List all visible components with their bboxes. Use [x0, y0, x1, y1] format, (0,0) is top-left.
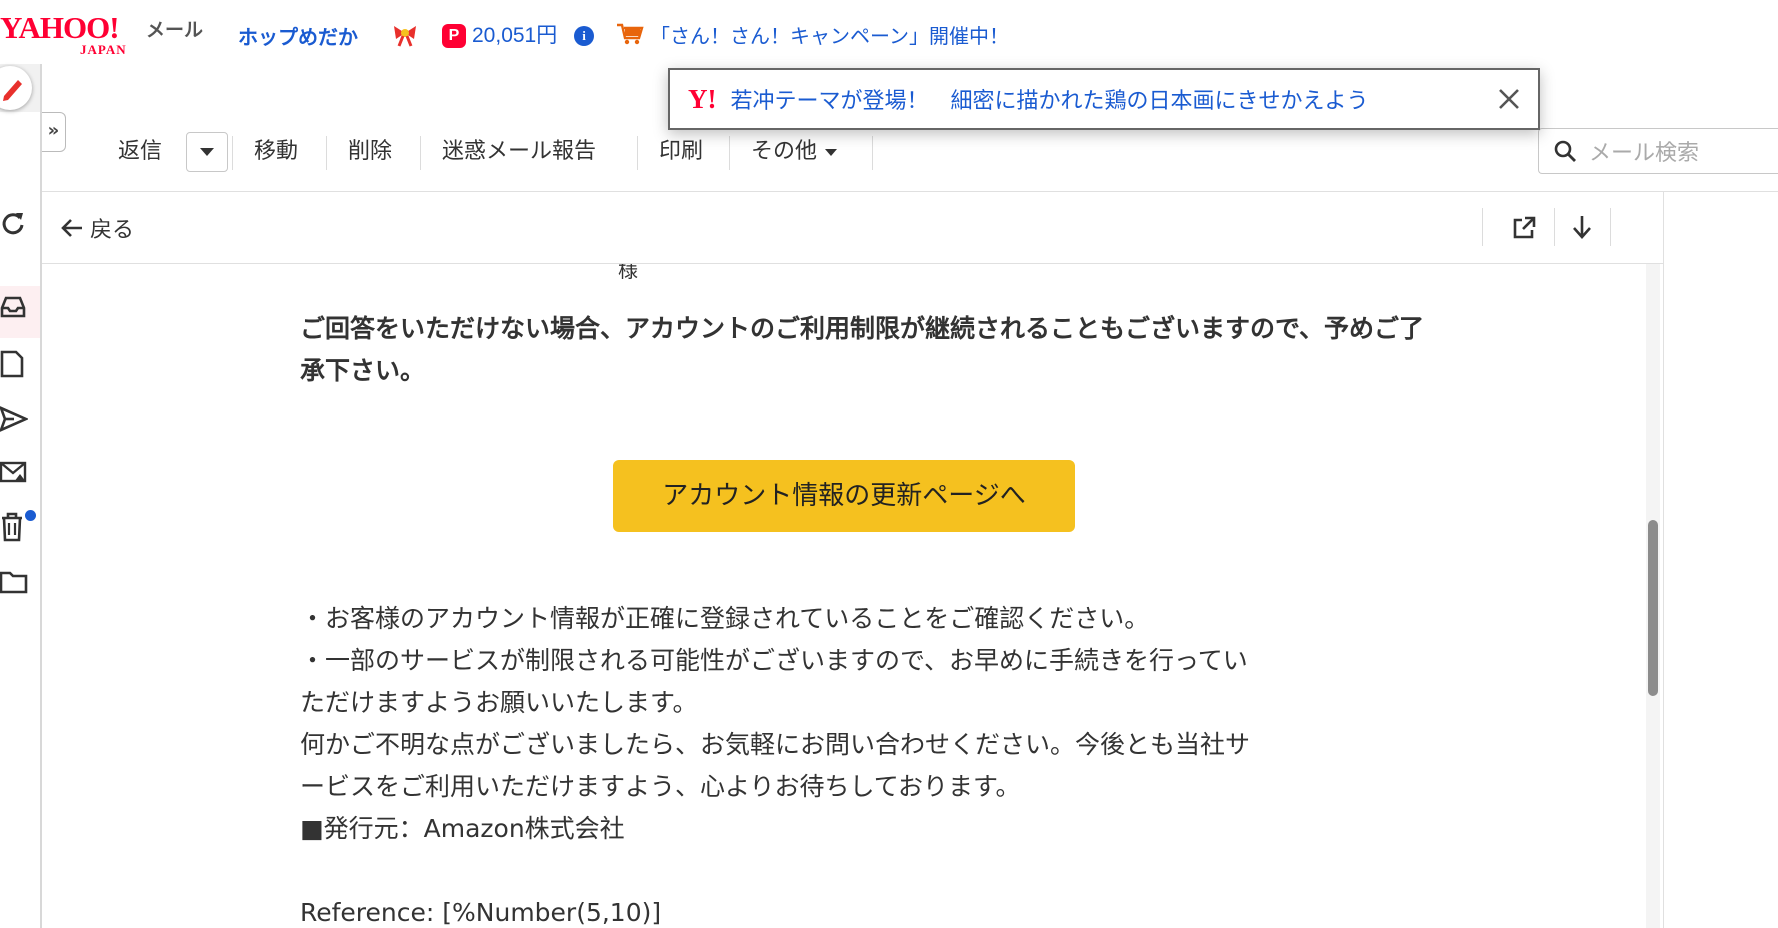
- message-pane: 戻る 様 ご回答をいただけない場合、アカウントのご利用制限が継続されることもござ…: [42, 192, 1664, 928]
- campaign-link[interactable]: 「さん！さん！キャンペーン」開催中！: [650, 20, 1009, 49]
- promo-link[interactable]: ホップめだか: [238, 18, 358, 52]
- message-line: ービスをご利用いただけますよう、心よりお待ちしております。: [300, 772, 1021, 801]
- message-line: ただけますようお願いいたします。: [300, 688, 698, 717]
- toolbar-separator: [637, 136, 638, 170]
- update-account-button[interactable]: アカウント情報の更新ページへ: [613, 460, 1075, 532]
- message-line: ・一部のサービスが制限される可能性がございますので、お早めに手続きを行ってい: [300, 646, 1248, 675]
- reference-line: Reference: [%Number(5,10)]: [300, 898, 662, 927]
- delete-button[interactable]: 削除: [348, 134, 392, 170]
- search-icon: [1554, 140, 1576, 162]
- more-label: その他: [751, 139, 818, 164]
- close-icon[interactable]: [1494, 84, 1524, 114]
- scrollbar-thumb[interactable]: [1648, 520, 1658, 696]
- toolbar-separator: [872, 136, 873, 170]
- toolbar-separator: [326, 136, 327, 170]
- search-placeholder: メール検索: [1589, 141, 1700, 166]
- notification-message[interactable]: 若冲テーマが登場！ 細密に描かれた鶏の日本画にきせかえよう: [731, 83, 1369, 115]
- more-button[interactable]: その他: [751, 134, 838, 170]
- cart-icon: [617, 23, 644, 45]
- message-line: ・お客様のアカウント情報が正確に登録されていることをご確認ください。: [300, 604, 1150, 633]
- toolbar-separator: [232, 136, 233, 170]
- message-cut-text: 様: [618, 264, 638, 282]
- promo-title: ホップめだか: [238, 24, 358, 49]
- inbox-icon[interactable]: [0, 294, 26, 320]
- mail-label: メール: [146, 19, 204, 41]
- toolbar-separator: [729, 136, 730, 170]
- print-button[interactable]: 印刷: [659, 134, 703, 170]
- yahoo-mail-logo[interactable]: YAHOO! JAPAN メール: [0, 10, 210, 57]
- external-link-icon[interactable]: [1512, 216, 1536, 240]
- message-line: 何かご不明な点がございましたら、お気軽にお問い合わせください。今後とも当社サ: [300, 730, 1251, 759]
- search-input[interactable]: メール検索: [1538, 128, 1778, 174]
- reply-button[interactable]: 返信: [118, 134, 162, 170]
- unread-dot: [25, 510, 36, 521]
- left-rail: [0, 64, 42, 928]
- logo-text: YAHOO!: [0, 10, 120, 45]
- sidebar-collapse-toggle[interactable]: »: [42, 112, 66, 152]
- message-body: 様 ご回答をいただけない場合、アカウントのご利用制限が継続されることもございます…: [42, 264, 1664, 928]
- theme-notification[interactable]: Y! 若冲テーマが登場！ 細密に描かれた鶏の日本画にきせかえよう: [668, 68, 1540, 130]
- paypay-icon: P: [442, 24, 466, 48]
- message-line: ■発行元：Amazon株式会社: [300, 814, 625, 843]
- trash-icon[interactable]: [0, 512, 26, 542]
- chevron-down-icon: [200, 148, 214, 156]
- arrow-left-icon: [61, 219, 82, 237]
- back-button[interactable]: 戻る: [60, 212, 134, 244]
- spam-report-button[interactable]: 迷惑メール報告: [442, 134, 596, 170]
- draft-icon[interactable]: [0, 350, 26, 378]
- back-label: 戻る: [90, 218, 135, 243]
- message-scrollbar[interactable]: [1646, 264, 1660, 928]
- folder-icon[interactable]: [0, 570, 28, 594]
- arrow-down-icon[interactable]: [1570, 214, 1594, 240]
- refresh-icon[interactable]: [0, 210, 26, 236]
- toolbar-separator: [420, 136, 421, 170]
- header-separator: [1482, 208, 1483, 246]
- move-button[interactable]: 移動: [254, 134, 298, 170]
- ribbon-icon: [394, 26, 416, 47]
- chevron-down-icon: [825, 149, 838, 156]
- points-balance[interactable]: 20,051円: [472, 19, 557, 49]
- header-separator: [1610, 208, 1611, 246]
- warning-text: ご回答をいただけない場合、アカウントのご利用制限が継続されることもございますので…: [300, 314, 1425, 385]
- message-header-bar: 戻る: [42, 192, 1664, 264]
- yahoo-logo-icon: Y!: [688, 83, 717, 114]
- reply-dropdown[interactable]: [186, 132, 228, 172]
- compose-icon: [3, 80, 22, 101]
- logo-sub: JAPAN: [80, 42, 127, 57]
- header-separator: [1554, 208, 1555, 246]
- spam-mail-icon[interactable]: [0, 460, 28, 486]
- info-icon[interactable]: i: [574, 26, 594, 46]
- sent-icon[interactable]: [0, 406, 28, 432]
